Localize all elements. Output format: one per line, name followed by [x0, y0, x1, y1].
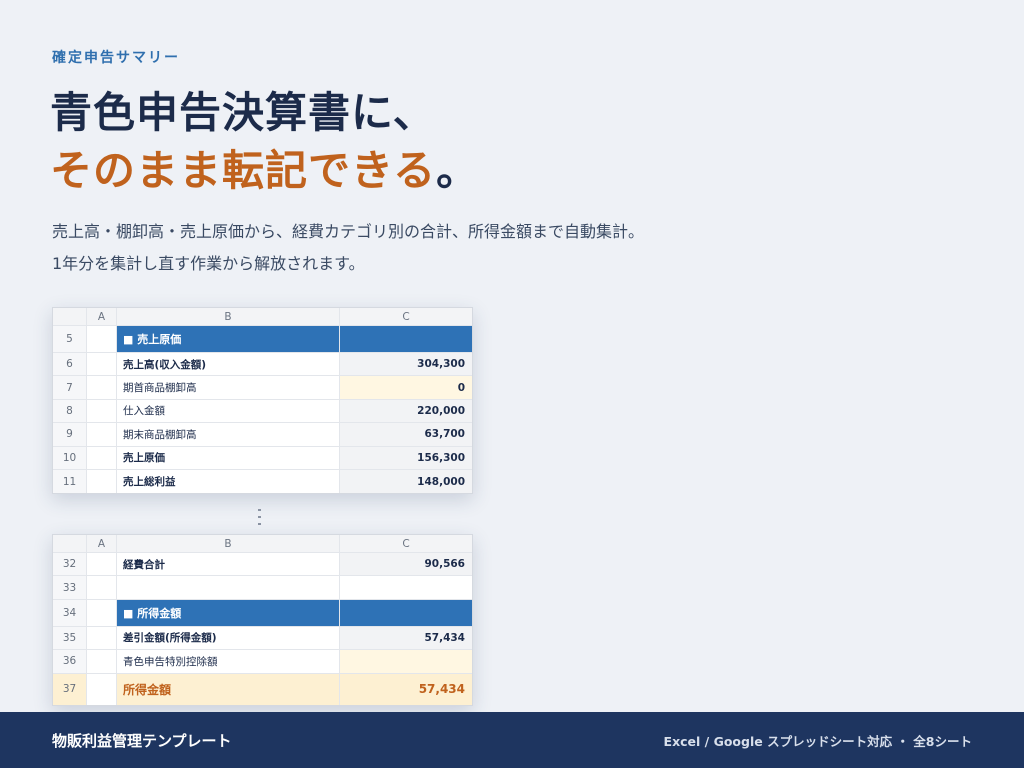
row-label: 売上高(収入金額) [117, 353, 340, 376]
row-label: 期末商品棚卸高 [117, 423, 340, 446]
table-row: 11 売上総利益 148,000 [53, 469, 472, 494]
column-header-row: A B C [53, 535, 472, 553]
cell-a [87, 553, 117, 576]
section-title: ■ 所得金額 [117, 599, 340, 626]
description-line-1: 売上高・棚卸高・売上原価から、経費カテゴリ別の合計、所得金額まで自動集計。 [52, 222, 645, 241]
cell-a [87, 576, 117, 599]
footer-meta: Excel / Google スプレッドシート対応 ・ 全8シート [663, 733, 972, 749]
row-value: 63,700 [340, 423, 472, 446]
headline-line-2-period: 。 [436, 146, 480, 195]
rows-omitted-indicator [257, 509, 261, 525]
corner-cell [53, 535, 87, 552]
row-number: 7 [53, 376, 87, 399]
ellipsis-dot [257, 516, 261, 518]
table-row: 32 経費合計 90,566 [53, 553, 472, 577]
cell-a [87, 326, 117, 352]
row-value: 220,000 [340, 399, 472, 423]
spreadsheet-cost-of-sales: A B C 5 ■ 売上原価 6 売上高(収入金額) 304,300 7 期首商… [52, 307, 473, 495]
cell-a [87, 353, 117, 376]
result-value: 57,434 [340, 673, 472, 705]
section-row-cost-of-sales: 5 ■ 売上原価 [53, 326, 472, 353]
eyebrow-label: 確定申告サマリー [52, 50, 180, 66]
row-number: 34 [53, 599, 87, 626]
row-number: 8 [53, 399, 87, 423]
row-value: 304,300 [340, 353, 472, 376]
row-number: 5 [53, 326, 87, 352]
cell-a [87, 650, 117, 673]
table-row: 6 売上高(収入金額) 304,300 [53, 353, 472, 377]
headline-line-2-text: そのまま転記できる [50, 146, 437, 195]
description-line-2: 1年分を集計し直す作業から解放されます。 [52, 254, 365, 273]
row-number: 10 [53, 446, 87, 469]
result-label: 所得金額 [117, 673, 340, 705]
column-header-b: B [117, 308, 340, 325]
row-number: 11 [53, 469, 87, 494]
section-title: ■ 売上原価 [117, 326, 340, 352]
cell-a [87, 376, 117, 399]
table-row: 9 期末商品棚卸高 63,700 [53, 423, 472, 447]
cell-a [87, 399, 117, 423]
cell-c [340, 326, 472, 352]
row-label: 経費合計 [117, 553, 340, 576]
section-row-income: 34 ■ 所得金額 [53, 599, 472, 627]
row-label: 売上総利益 [117, 469, 340, 494]
column-header-c: C [340, 308, 472, 325]
row-value [340, 576, 472, 599]
corner-cell [53, 308, 87, 325]
row-value-input[interactable] [340, 650, 472, 673]
table-row: 36 青色申告特別控除額 [53, 650, 472, 674]
cell-a [87, 469, 117, 494]
row-label [117, 576, 340, 599]
spreadsheet-income: A B C 32 経費合計 90,566 33 34 ■ 所得金額 35 差引金… [52, 534, 473, 706]
table-row: 33 [53, 576, 472, 600]
row-number: 6 [53, 353, 87, 376]
headline-line-1: 青色申告決算書に、 [50, 88, 436, 137]
footer-brand: 物販利益管理テンプレート [52, 731, 232, 750]
row-number: 33 [53, 576, 87, 599]
table-row: 35 差引金額(所得金額) 57,434 [53, 626, 472, 651]
row-number: 37 [53, 673, 87, 705]
column-header-c: C [340, 535, 472, 552]
row-value-input[interactable]: 0 [340, 376, 472, 399]
column-header-a: A [87, 308, 117, 325]
row-number: 35 [53, 626, 87, 650]
row-label: 期首商品棚卸高 [117, 376, 340, 399]
row-label: 仕入金額 [117, 399, 340, 423]
cell-a [87, 599, 117, 626]
column-header-a: A [87, 535, 117, 552]
table-row: 8 仕入金額 220,000 [53, 399, 472, 424]
row-number: 9 [53, 423, 87, 446]
cell-a [87, 673, 117, 705]
column-header-b: B [117, 535, 340, 552]
row-value: 156,300 [340, 446, 472, 469]
cell-a [87, 446, 117, 469]
column-header-row: A B C [53, 308, 472, 326]
result-row-income: 37 所得金額 57,434 [53, 673, 472, 705]
table-row: 7 期首商品棚卸高 0 [53, 376, 472, 400]
row-label: 差引金額(所得金額) [117, 626, 340, 650]
ellipsis-dot [257, 509, 261, 511]
row-number: 32 [53, 553, 87, 576]
row-number: 36 [53, 650, 87, 673]
cell-c [340, 599, 472, 626]
cell-a [87, 423, 117, 446]
cell-a [87, 626, 117, 650]
table-row: 10 売上原価 156,300 [53, 446, 472, 470]
row-value: 57,434 [340, 626, 472, 650]
footer-bar: 物販利益管理テンプレート Excel / Google スプレッドシート対応 ・… [0, 712, 1024, 768]
row-label: 青色申告特別控除額 [117, 650, 340, 673]
row-label: 売上原価 [117, 446, 340, 469]
ellipsis-dot [257, 523, 261, 525]
headline-line-2: そのまま転記できる。 [50, 143, 479, 199]
row-value: 148,000 [340, 469, 472, 494]
row-value: 90,566 [340, 553, 472, 576]
